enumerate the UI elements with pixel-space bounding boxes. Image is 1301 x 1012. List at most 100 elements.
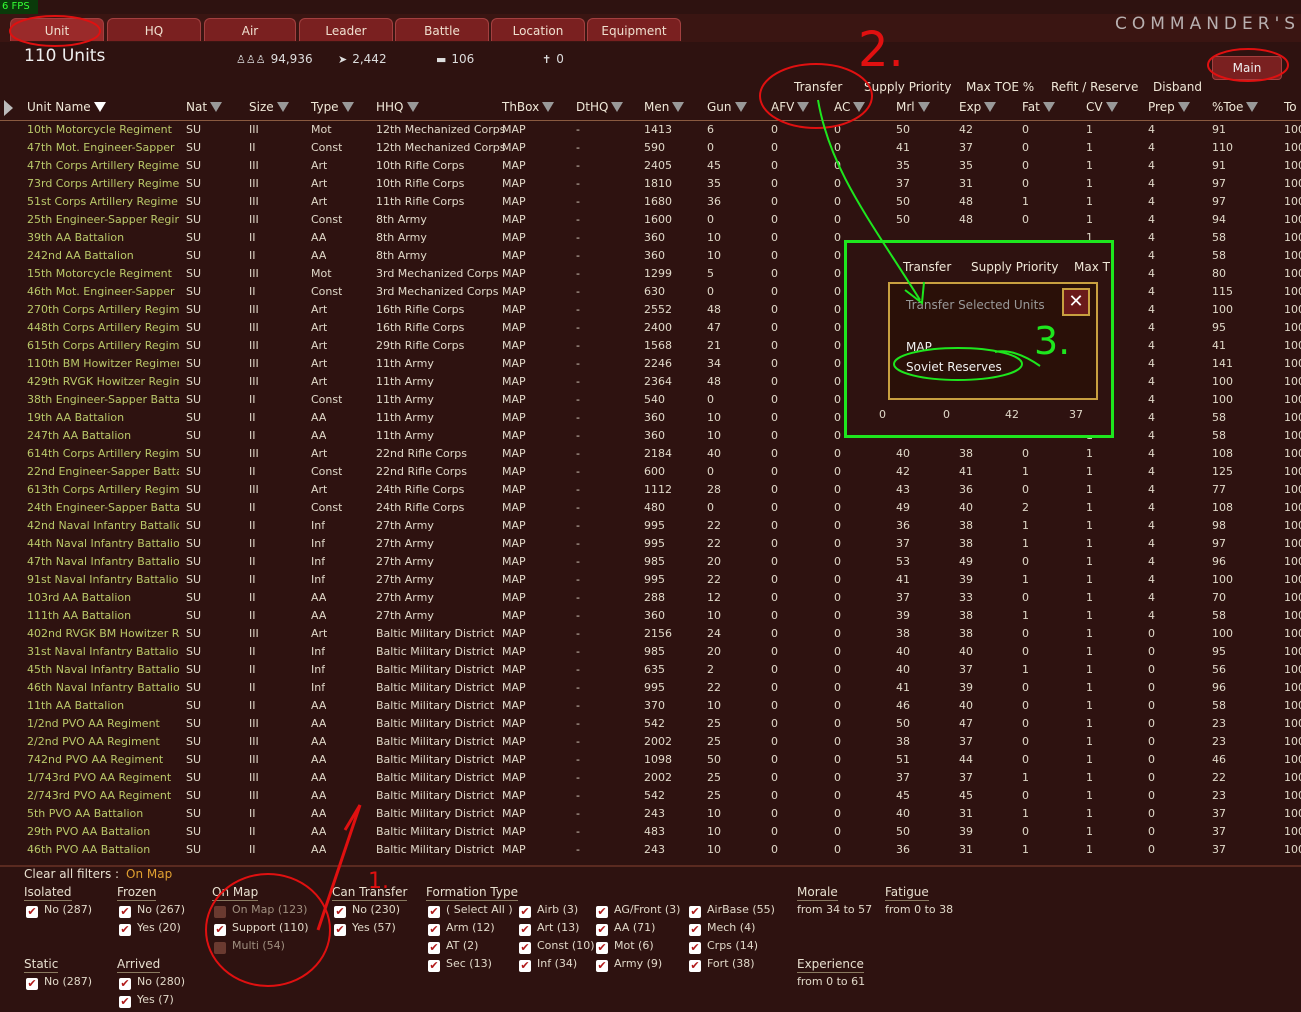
filter-checkbox-formation[interactable]: ✔ AT (2) [428,939,478,954]
filter-checkbox-formation[interactable]: ✔ Mot (6) [596,939,654,954]
cell-unit-name[interactable]: 45th Naval Infantry Battalion [27,663,179,676]
table-row[interactable]: 46th Naval Infantry Battalion SU II Inf Balt… [0,679,1301,697]
cell-unit-name[interactable]: 46th Naval Infantry Battalion [27,681,179,694]
filter-checkbox-arrived[interactable]: ✔ No (280) [119,975,185,990]
tab-unit[interactable]: Unit [10,18,104,41]
cell-unit-name[interactable]: 2/743rd PVO AA Regiment [27,789,179,802]
table-row[interactable]: 47th Mot. Engineer-Sapper Ba SU II Const 12t… [0,139,1301,157]
filter-range-experience[interactable]: from 0 to 61 [797,975,865,988]
filter-funnel-icon[interactable] [611,102,624,112]
filter-funnel-icon[interactable] [210,102,223,112]
cell-unit-name[interactable]: 44th Naval Infantry Battalion [27,537,179,550]
filter-checkbox-formation[interactable]: ✔ ( Select All ) [428,903,513,918]
column-header-men[interactable]: Men [644,100,685,114]
cell-unit-name[interactable]: 19th AA Battalion [27,411,179,424]
cell-unit-name[interactable]: 47th Mot. Engineer-Sapper Ba [27,141,179,154]
supply-priority-button[interactable]: Supply Priority [864,80,951,94]
tab-air[interactable]: Air [204,18,296,41]
cell-unit-name[interactable]: 25th Engineer-Sapper Regime [27,213,179,226]
cell-unit-name[interactable]: 47th Corps Artillery Regiment [27,159,179,172]
cell-unit-name[interactable]: 111th AA Battalion [27,609,179,622]
table-row[interactable]: 73rd Corps Artillery Regiment SU III Art 10t… [0,175,1301,193]
filter-checkbox-isolated[interactable]: ✔ No (287) [26,903,92,918]
column-header-gun[interactable]: Gun [707,100,747,114]
cell-unit-name[interactable]: 615th Corps Artillery Regime [27,339,179,352]
filter-checkbox-formation[interactable]: ✔ Crps (14) [689,939,758,954]
cell-unit-name[interactable]: 73rd Corps Artillery Regiment [27,177,179,190]
table-row[interactable]: 29th PVO AA Battalion SU II AA Baltic Milita… [0,823,1301,841]
filter-range-fatigue[interactable]: from 0 to 38 [885,903,953,916]
filter-checkbox-formation[interactable]: ✔ Art (13) [519,921,579,936]
cell-unit-name[interactable]: 38th Engineer-Sapper Battali [27,393,179,406]
filter-checkbox-formation[interactable]: ✔ Army (9) [596,957,662,972]
column-header-dthq[interactable]: DtHQ [576,100,624,114]
table-row[interactable]: 22nd Engineer-Sapper Battali SU II Const 22n… [0,463,1301,481]
filter-checkbox-formation[interactable]: ✔ Inf (34) [519,957,577,972]
table-row[interactable]: 24th Engineer-Sapper Battali SU II Const 24t… [0,499,1301,517]
column-header-prep[interactable]: Prep [1148,100,1190,114]
cell-unit-name[interactable]: 5th PVO AA Battalion [27,807,179,820]
cell-unit-name[interactable]: 31st Naval Infantry Battalion [27,645,179,658]
tab-hq[interactable]: HQ [107,18,201,41]
filter-funnel-icon[interactable] [341,102,354,112]
tab-battle[interactable]: Battle [395,18,489,41]
column-header-mrl[interactable]: Mrl [896,100,930,114]
column-header-fat[interactable]: Fat [1022,100,1055,114]
filter-funnel-icon[interactable] [93,102,106,112]
cell-unit-name[interactable]: 2/2nd PVO AA Regiment [27,735,179,748]
table-row[interactable]: 742nd PVO AA Regiment SU III AA Baltic Milit… [0,751,1301,769]
table-row[interactable]: 614th Corps Artillery Regime SU III Art 22nd… [0,445,1301,463]
main-button[interactable]: Main [1212,56,1282,80]
filter-checkbox-formation[interactable]: ✔ AA (71) [596,921,655,936]
filter-checkbox-arrived[interactable]: ✔ Yes (7) [119,993,174,1008]
transfer-option-soviet-reserves[interactable]: Soviet Reserves [906,360,1002,374]
filter-checkbox-cantransfer[interactable]: ✔ No (230) [334,903,400,918]
column-header-ac[interactable]: AC [834,100,866,114]
column-header-hhq[interactable]: HHQ [376,100,419,114]
column-header-size[interactable]: Size [249,100,289,114]
filter-checkbox-cantransfer[interactable]: ✔ Yes (57) [334,921,396,936]
table-row[interactable]: 5th PVO AA Battalion SU II AA Baltic Militar… [0,805,1301,823]
cell-unit-name[interactable]: 24th Engineer-Sapper Battali [27,501,179,514]
clear-filters-label[interactable]: Clear all filters : [24,867,119,881]
close-icon[interactable]: ✕ [1062,288,1090,316]
filter-funnel-icon[interactable] [1177,102,1190,112]
table-row[interactable]: 111th AA Battalion SU II AA 27th Army MAP - 360… [0,607,1301,625]
table-row[interactable]: 10th Motorcycle Regiment SU III Mot 12th Mec… [0,121,1301,139]
table-row[interactable]: 91st Naval Infantry Battalion SU II Inf 27th… [0,571,1301,589]
filter-checkbox-frozen[interactable]: ✔ Yes (20) [119,921,181,936]
filter-checkbox-formation[interactable]: ✔ Arm (12) [428,921,495,936]
cell-unit-name[interactable]: 110th BM Howitzer Regiment [27,357,179,370]
cell-unit-name[interactable]: 47th Naval Infantry Battalion [27,555,179,568]
filter-checkbox-static[interactable]: ✔ No (287) [26,975,92,990]
table-row[interactable]: 402nd RVGK BM Howitzer Re SU III Art Baltic … [0,625,1301,643]
active-filter-chip[interactable]: On Map [126,867,172,881]
cell-unit-name[interactable]: 10th Motorcycle Regiment [27,123,179,136]
column-header-exp[interactable]: Exp [959,100,997,114]
cell-unit-name[interactable]: 46th Mot. Engineer-Sapper Ba [27,285,179,298]
filter-checkbox-formation[interactable]: ✔ AG/Front (3) [596,903,680,918]
filter-checkbox-formation[interactable]: ✔ AirBase (55) [689,903,775,918]
table-row[interactable]: 46th PVO AA Battalion SU II AA Baltic Milita… [0,841,1301,859]
table-row[interactable]: 1/2nd PVO AA Regiment SU III AA Baltic Milit… [0,715,1301,733]
filter-funnel-icon[interactable] [984,102,997,112]
filter-checkbox-onmap[interactable]: ✔ Multi (54) [214,939,285,954]
column-header-to[interactable]: To [1284,100,1297,114]
filter-funnel-icon[interactable] [672,102,685,112]
cell-unit-name[interactable]: 91st Naval Infantry Battalion [27,573,179,586]
column-header-nat[interactable]: Nat [186,100,223,114]
column-header--toe[interactable]: %Toe [1212,100,1259,114]
filter-range-morale[interactable]: from 34 to 57 [797,903,872,916]
table-row[interactable]: 2/2nd PVO AA Regiment SU III AA Baltic Milit… [0,733,1301,751]
table-row[interactable]: 31st Naval Infantry Battalion SU II Inf Balt… [0,643,1301,661]
table-row[interactable]: 42nd Naval Infantry Battalion SU II Inf 27th… [0,517,1301,535]
filter-funnel-icon[interactable] [1105,102,1118,112]
cell-unit-name[interactable]: 39th AA Battalion [27,231,179,244]
column-header-unit-name[interactable]: Unit Name [27,100,106,114]
cell-unit-name[interactable]: 29th PVO AA Battalion [27,825,179,838]
cell-unit-name[interactable]: 11th AA Battalion [27,699,179,712]
filter-checkbox-formation[interactable]: ✔ Const (10) [519,939,595,954]
table-row[interactable]: 44th Naval Infantry Battalion SU II Inf 27th… [0,535,1301,553]
refit-reserve-button[interactable]: Refit / Reserve [1051,80,1138,94]
cell-unit-name[interactable]: 613th Corps Artillery Regime [27,483,179,496]
